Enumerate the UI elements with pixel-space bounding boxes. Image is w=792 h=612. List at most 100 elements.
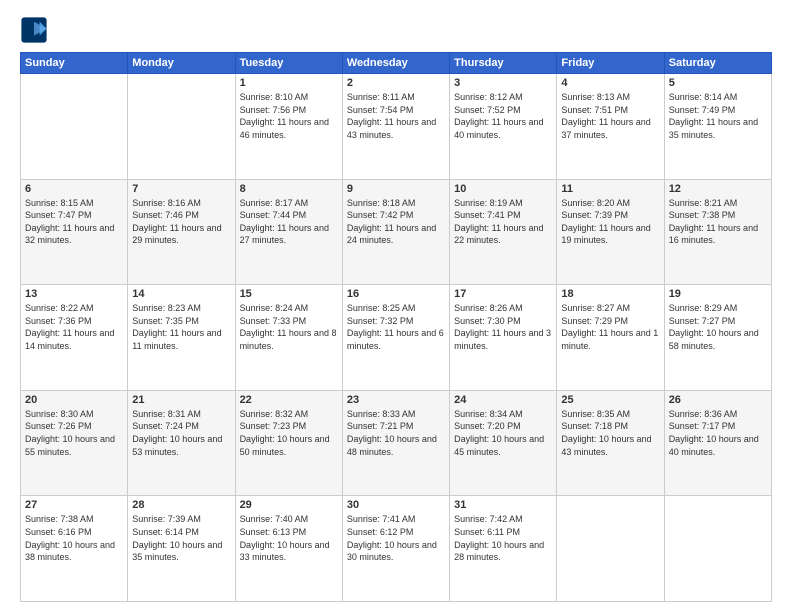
calendar-cell: 2Sunrise: 8:11 AM Sunset: 7:54 PM Daylig… [342, 74, 449, 180]
day-number: 13 [25, 288, 123, 300]
calendar-cell: 28 Sunrise: 7:39 AM Sunset: 6:14 PM Dayli… [128, 496, 235, 602]
weekday-header-sunday: Sunday [21, 53, 128, 74]
day-number: 2 [347, 77, 445, 89]
day-info: Sunrise: 8:26 AM Sunset: 7:30 PM Dayligh… [454, 302, 552, 352]
day-number: 18 [561, 288, 659, 300]
week-row-2: 6Sunrise: 8:15 AM Sunset: 7:47 PM Daylig… [21, 179, 772, 285]
calendar-cell [557, 496, 664, 602]
day-number: 19 [669, 288, 767, 300]
day-number: 14 [132, 288, 230, 300]
day-number: 12 [669, 183, 767, 195]
calendar-body: 1 Sunrise: 8:10 AM Sunset: 7:56 PM Daylig… [21, 74, 772, 602]
week-row-3: 13Sunrise: 8:22 AM Sunset: 7:36 PM Dayli… [21, 285, 772, 391]
weekday-row: SundayMondayTuesdayWednesdayThursdayFrid… [21, 53, 772, 74]
day-info: Sunrise: 8:25 AM Sunset: 7:32 PM Dayligh… [347, 302, 445, 352]
weekday-header-saturday: Saturday [664, 53, 771, 74]
calendar-cell: 7Sunrise: 8:16 AM Sunset: 7:46 PM Daylig… [128, 179, 235, 285]
day-number: 17 [454, 288, 552, 300]
day-info: Sunrise: 8:35 AM Sunset: 7:18 PM Dayligh… [561, 408, 659, 458]
day-number: 23 [347, 394, 445, 406]
day-number: 1 [240, 77, 338, 89]
day-info: Sunrise: 8:32 AM Sunset: 7:23 PM Dayligh… [240, 408, 338, 458]
day-number: 11 [561, 183, 659, 195]
day-info: Sunrise: 7:40 AM Sunset: 6:13 PM Dayligh… [240, 513, 338, 563]
day-info: Sunrise: 8:14 AM Sunset: 7:49 PM Dayligh… [669, 91, 767, 141]
calendar-cell: 18 Sunrise: 8:27 AM Sunset: 7:29 PM Dayli… [557, 285, 664, 391]
day-info: Sunrise: 8:31 AM Sunset: 7:24 PM Dayligh… [132, 408, 230, 458]
day-info: Sunrise: 8:34 AM Sunset: 7:20 PM Dayligh… [454, 408, 552, 458]
day-info: Sunrise: 8:19 AM Sunset: 7:41 PM Dayligh… [454, 197, 552, 247]
calendar-cell: 1 Sunrise: 8:10 AM Sunset: 7:56 PM Daylig… [235, 74, 342, 180]
calendar-cell [128, 74, 235, 180]
day-info: Sunrise: 8:17 AM Sunset: 7:44 PM Dayligh… [240, 197, 338, 247]
day-number: 29 [240, 499, 338, 511]
calendar-cell [664, 496, 771, 602]
weekday-header-tuesday: Tuesday [235, 53, 342, 74]
day-info: Sunrise: 7:39 AM Sunset: 6:14 PM Dayligh… [132, 513, 230, 563]
calendar-cell: 31 Sunrise: 7:42 AM Sunset: 6:11 PM Dayli… [450, 496, 557, 602]
calendar-cell: 5 Sunrise: 8:14 AM Sunset: 7:49 PM Daylig… [664, 74, 771, 180]
day-number: 4 [561, 77, 659, 89]
day-info: Sunrise: 8:13 AM Sunset: 7:51 PM Dayligh… [561, 91, 659, 141]
day-number: 9 [347, 183, 445, 195]
day-number: 30 [347, 499, 445, 511]
day-number: 27 [25, 499, 123, 511]
day-info: Sunrise: 8:20 AM Sunset: 7:39 PM Dayligh… [561, 197, 659, 247]
day-info: Sunrise: 8:12 AM Sunset: 7:52 PM Dayligh… [454, 91, 552, 141]
day-info: Sunrise: 8:30 AM Sunset: 7:26 PM Dayligh… [25, 408, 123, 458]
day-number: 20 [25, 394, 123, 406]
day-info: Sunrise: 8:24 AM Sunset: 7:33 PM Dayligh… [240, 302, 338, 352]
calendar-cell: 16 Sunrise: 8:25 AM Sunset: 7:32 PM Dayli… [342, 285, 449, 391]
calendar-cell: 17 Sunrise: 8:26 AM Sunset: 7:30 PM Dayli… [450, 285, 557, 391]
day-info: Sunrise: 8:36 AM Sunset: 7:17 PM Dayligh… [669, 408, 767, 458]
weekday-header-monday: Monday [128, 53, 235, 74]
day-info: Sunrise: 8:10 AM Sunset: 7:56 PM Dayligh… [240, 91, 338, 141]
calendar-cell: 25Sunrise: 8:35 AM Sunset: 7:18 PM Dayli… [557, 390, 664, 496]
calendar-cell: 15Sunrise: 8:24 AM Sunset: 7:33 PM Dayli… [235, 285, 342, 391]
day-info: Sunrise: 7:38 AM Sunset: 6:16 PM Dayligh… [25, 513, 123, 563]
day-info: Sunrise: 7:41 AM Sunset: 6:12 PM Dayligh… [347, 513, 445, 563]
day-info: Sunrise: 8:27 AM Sunset: 7:29 PM Dayligh… [561, 302, 659, 352]
day-number: 16 [347, 288, 445, 300]
calendar-cell: 19Sunrise: 8:29 AM Sunset: 7:27 PM Dayli… [664, 285, 771, 391]
page: SundayMondayTuesdayWednesdayThursdayFrid… [0, 0, 792, 612]
week-row-5: 27 Sunrise: 7:38 AM Sunset: 6:16 PM Dayli… [21, 496, 772, 602]
calendar-cell: 20 Sunrise: 8:30 AM Sunset: 7:26 PM Dayli… [21, 390, 128, 496]
calendar-cell: 13Sunrise: 8:22 AM Sunset: 7:36 PM Dayli… [21, 285, 128, 391]
weekday-header-thursday: Thursday [450, 53, 557, 74]
calendar-cell: 29 Sunrise: 7:40 AM Sunset: 6:13 PM Dayli… [235, 496, 342, 602]
weekday-header-wednesday: Wednesday [342, 53, 449, 74]
day-number: 6 [25, 183, 123, 195]
calendar-cell: 6Sunrise: 8:15 AM Sunset: 7:47 PM Daylig… [21, 179, 128, 285]
calendar-cell: 23 Sunrise: 8:33 AM Sunset: 7:21 PM Dayli… [342, 390, 449, 496]
header [20, 16, 772, 44]
day-number: 31 [454, 499, 552, 511]
logo-icon [20, 16, 48, 44]
day-number: 7 [132, 183, 230, 195]
day-number: 28 [132, 499, 230, 511]
day-info: Sunrise: 7:42 AM Sunset: 6:11 PM Dayligh… [454, 513, 552, 563]
calendar-cell: 10Sunrise: 8:19 AM Sunset: 7:41 PM Dayli… [450, 179, 557, 285]
calendar-cell: 9Sunrise: 8:18 AM Sunset: 7:42 PM Daylig… [342, 179, 449, 285]
day-number: 21 [132, 394, 230, 406]
day-number: 8 [240, 183, 338, 195]
day-info: Sunrise: 8:33 AM Sunset: 7:21 PM Dayligh… [347, 408, 445, 458]
calendar-header: SundayMondayTuesdayWednesdayThursdayFrid… [21, 53, 772, 74]
calendar-cell: 3 Sunrise: 8:12 AM Sunset: 7:52 PM Daylig… [450, 74, 557, 180]
calendar: SundayMondayTuesdayWednesdayThursdayFrid… [20, 52, 772, 602]
calendar-cell: 26 Sunrise: 8:36 AM Sunset: 7:17 PM Dayli… [664, 390, 771, 496]
day-info: Sunrise: 8:21 AM Sunset: 7:38 PM Dayligh… [669, 197, 767, 247]
day-number: 3 [454, 77, 552, 89]
calendar-cell: 21 Sunrise: 8:31 AM Sunset: 7:24 PM Dayli… [128, 390, 235, 496]
calendar-cell: 30 Sunrise: 7:41 AM Sunset: 6:12 PM Dayli… [342, 496, 449, 602]
calendar-cell: 11 Sunrise: 8:20 AM Sunset: 7:39 PM Dayli… [557, 179, 664, 285]
day-number: 24 [454, 394, 552, 406]
day-number: 26 [669, 394, 767, 406]
calendar-cell [21, 74, 128, 180]
logo [20, 16, 52, 44]
calendar-cell: 12 Sunrise: 8:21 AM Sunset: 7:38 PM Dayli… [664, 179, 771, 285]
calendar-cell: 27 Sunrise: 7:38 AM Sunset: 6:16 PM Dayli… [21, 496, 128, 602]
day-number: 5 [669, 77, 767, 89]
week-row-4: 20 Sunrise: 8:30 AM Sunset: 7:26 PM Dayli… [21, 390, 772, 496]
day-info: Sunrise: 8:23 AM Sunset: 7:35 PM Dayligh… [132, 302, 230, 352]
